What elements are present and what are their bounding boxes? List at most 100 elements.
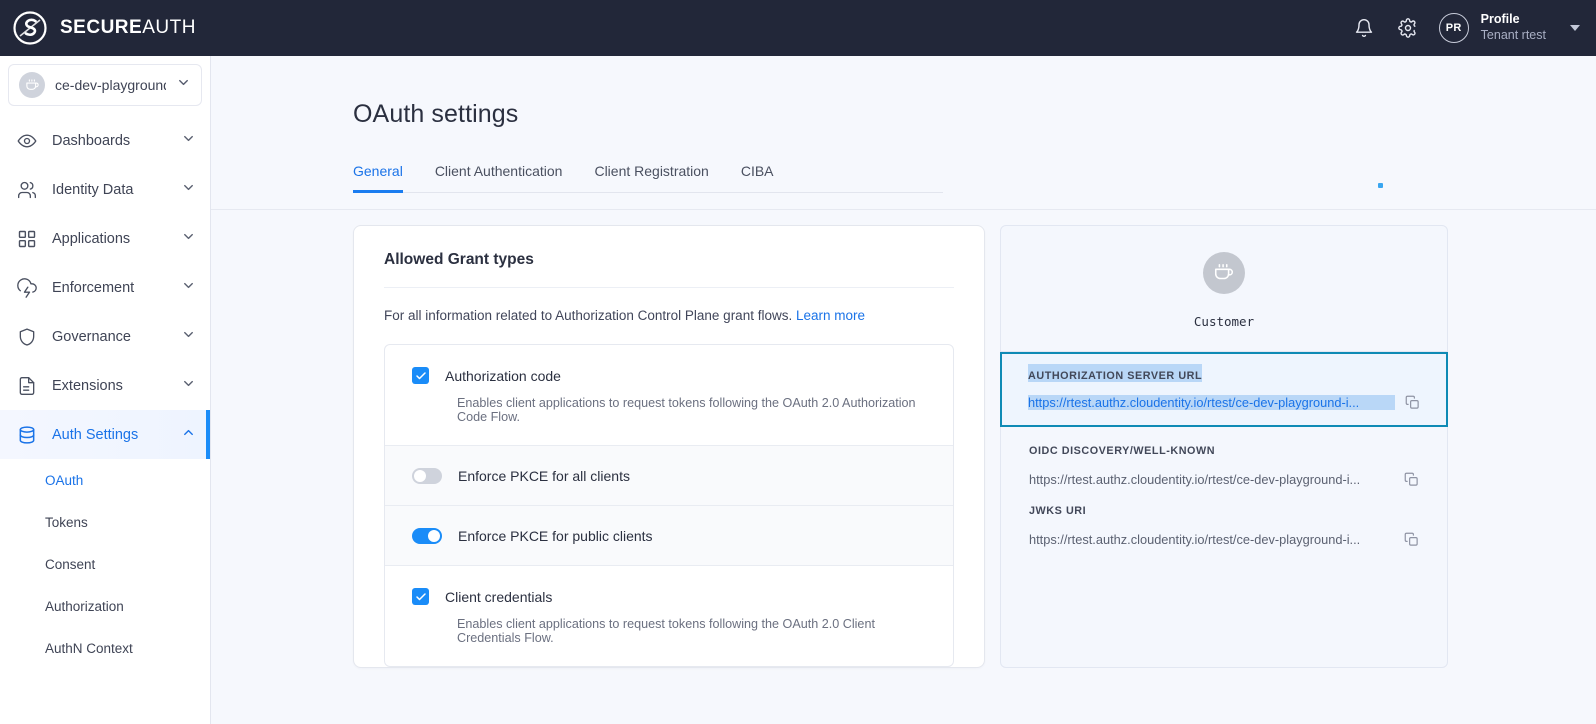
coffee-cup-icon bbox=[19, 72, 45, 98]
tab-ciba[interactable]: CIBA bbox=[725, 163, 790, 192]
checkbox-authorization-code[interactable] bbox=[412, 367, 429, 384]
grant-label: Enforce PKCE for public clients bbox=[458, 528, 653, 544]
card-subtitle-text: For all information related to Authoriza… bbox=[384, 308, 793, 323]
url-value: https://rtest.authz.cloudentity.io/rtest… bbox=[1028, 395, 1395, 410]
url-group-authorization-server[interactable]: AUTHORIZATION SERVER URL https://rtest.a… bbox=[1000, 352, 1448, 427]
chevron-down-icon bbox=[176, 75, 191, 95]
url-row: https://rtest.authz.cloudentity.io/rtest… bbox=[1029, 519, 1419, 547]
sidebar-subitem-oauth[interactable]: OAuth bbox=[0, 459, 210, 501]
tab-general[interactable]: General bbox=[353, 163, 419, 193]
grant-label: Enforce PKCE for all clients bbox=[458, 468, 630, 484]
profile-name: Profile bbox=[1480, 12, 1520, 27]
chevron-down-icon bbox=[181, 180, 196, 200]
copy-icon[interactable] bbox=[1405, 395, 1420, 410]
sidebar-item-label: Applications bbox=[52, 230, 131, 247]
grid-icon bbox=[16, 228, 37, 249]
sidebar-item-label: Governance bbox=[52, 328, 131, 345]
copy-icon[interactable] bbox=[1404, 472, 1419, 487]
settings-gear-icon[interactable] bbox=[1395, 15, 1421, 41]
shield-icon bbox=[16, 326, 37, 347]
grant-label: Authorization code bbox=[445, 367, 561, 384]
sidebar-item-enforcement[interactable]: Enforcement bbox=[0, 263, 210, 312]
tab-client-registration[interactable]: Client Registration bbox=[578, 163, 724, 192]
url-label: OIDC DISCOVERY/WELL-KNOWN bbox=[1029, 445, 1216, 457]
grant-row-authorization-code: Authorization code Enables client applic… bbox=[385, 345, 953, 446]
brand-logo[interactable]: SECUREAUTH bbox=[10, 8, 196, 48]
tabs-bottom-rule bbox=[211, 209, 1596, 210]
chevron-down-icon bbox=[181, 376, 196, 396]
grant-row-client-credentials: Client credentials Enables client applic… bbox=[385, 566, 953, 666]
panel-bottom-padding bbox=[1001, 547, 1447, 573]
chevron-down-icon bbox=[181, 229, 196, 249]
sidebar-item-dashboards[interactable]: Dashboards bbox=[0, 116, 210, 165]
workspace-info-panel: Customer AUTHORIZATION SERVER URL https:… bbox=[1000, 225, 1448, 668]
notifications-bell-icon[interactable] bbox=[1351, 15, 1377, 41]
cloud-lightning-icon bbox=[16, 277, 37, 298]
card-header: Allowed Grant types bbox=[354, 226, 984, 288]
toggle-enforce-pkce-all-clients[interactable] bbox=[412, 468, 442, 484]
grant-row-header: Enforce PKCE for public clients bbox=[412, 528, 926, 544]
grant-row-header: Client credentials bbox=[412, 588, 926, 605]
grant-description: Enables client applications to request t… bbox=[457, 396, 916, 424]
url-group-jwks-uri[interactable]: JWKS URI https://rtest.authz.cloudentity… bbox=[1001, 487, 1447, 547]
sidebar-item-label: Identity Data bbox=[52, 181, 134, 198]
sidebar: ce-dev-playground-i... Dashboards Identi… bbox=[0, 56, 211, 724]
grant-types-list: Authorization code Enables client applic… bbox=[384, 344, 954, 667]
sidebar-item-label: Dashboards bbox=[52, 132, 131, 149]
url-group-oidc-discovery[interactable]: OIDC DISCOVERY/WELL-KNOWN https://rtest.… bbox=[1001, 427, 1447, 487]
avatar[interactable]: PR bbox=[1438, 13, 1469, 43]
workspace-name: Customer bbox=[1193, 314, 1255, 329]
tab-bar: General Client Authentication Client Reg… bbox=[353, 163, 943, 193]
url-row: https://rtest.authz.cloudentity.io/rtest… bbox=[1028, 384, 1420, 416]
chevron-down-icon bbox=[181, 278, 196, 298]
panel-header: Customer bbox=[1001, 226, 1447, 352]
sidebar-item-identity-data[interactable]: Identity Data bbox=[0, 165, 210, 214]
sidebar-item-governance[interactable]: Governance bbox=[0, 312, 210, 361]
tenant-selector[interactable]: ce-dev-playground-i... bbox=[8, 64, 202, 106]
grant-row-enforce-pkce-public: Enforce PKCE for public clients bbox=[385, 506, 953, 566]
profile-tenant: Tenant rtest bbox=[1480, 28, 1546, 42]
grant-row-enforce-pkce-all: Enforce PKCE for all clients bbox=[385, 446, 953, 506]
profile-block[interactable]: Profile Tenant rtest bbox=[1481, 12, 1546, 43]
eye-icon bbox=[16, 130, 37, 151]
main-content: OAuth settings General Client Authentica… bbox=[211, 56, 1596, 724]
chevron-down-icon bbox=[181, 131, 196, 151]
secureauth-logo-icon bbox=[10, 8, 50, 48]
brand-name: SECUREAUTH bbox=[60, 17, 196, 39]
grant-description: Enables client applications to request t… bbox=[457, 617, 875, 645]
sidebar-nav: Dashboards Identity Data Applications En… bbox=[0, 116, 210, 669]
sidebar-subitem-tokens[interactable]: Tokens bbox=[0, 501, 210, 543]
cursor-artifact-dot bbox=[1378, 183, 1383, 188]
sidebar-item-label: Enforcement bbox=[52, 279, 135, 296]
learn-more-link[interactable]: Learn more bbox=[796, 308, 865, 323]
sidebar-item-label: Extensions bbox=[52, 377, 123, 394]
toggle-knob bbox=[428, 530, 440, 542]
sidebar-subitem-authorization[interactable]: Authorization bbox=[0, 585, 210, 627]
allowed-grant-types-card: Allowed Grant types For all information … bbox=[353, 225, 985, 668]
content-row: Allowed Grant types For all information … bbox=[211, 193, 1596, 668]
sidebar-item-applications[interactable]: Applications bbox=[0, 214, 210, 263]
tenant-name: ce-dev-playground-i... bbox=[55, 77, 166, 93]
grant-row-header: Authorization code bbox=[412, 367, 926, 384]
url-value: https://rtest.authz.cloudentity.io/rtest… bbox=[1029, 472, 1361, 487]
sidebar-item-auth-settings[interactable]: Auth Settings bbox=[0, 410, 210, 459]
topbar-actions: PR Profile Tenant rtest bbox=[1351, 12, 1580, 43]
chevron-down-icon[interactable] bbox=[1570, 25, 1580, 31]
card-subtitle: For all information related to Authoriza… bbox=[354, 288, 984, 323]
document-icon bbox=[16, 375, 37, 396]
toggle-enforce-pkce-public-clients[interactable] bbox=[412, 528, 442, 544]
toggle-knob bbox=[414, 470, 426, 482]
card-title: Allowed Grant types bbox=[384, 251, 534, 268]
url-label: AUTHORIZATION SERVER URL bbox=[1028, 364, 1203, 382]
copy-icon[interactable] bbox=[1404, 532, 1419, 547]
sidebar-subitem-authn-context[interactable]: AuthN Context bbox=[0, 627, 210, 669]
grant-row-header: Enforce PKCE for all clients bbox=[412, 468, 926, 484]
grant-label: Client credentials bbox=[445, 588, 553, 605]
tab-client-authentication[interactable]: Client Authentication bbox=[419, 163, 579, 192]
sidebar-item-label: Auth Settings bbox=[52, 426, 139, 443]
sidebar-subitem-consent[interactable]: Consent bbox=[0, 543, 210, 585]
sidebar-item-extensions[interactable]: Extensions bbox=[0, 361, 210, 410]
users-icon bbox=[16, 179, 37, 200]
app-root: SECUREAUTH PR Profile Tenant rtest ce-de… bbox=[0, 0, 1596, 724]
checkbox-client-credentials[interactable] bbox=[412, 588, 429, 605]
